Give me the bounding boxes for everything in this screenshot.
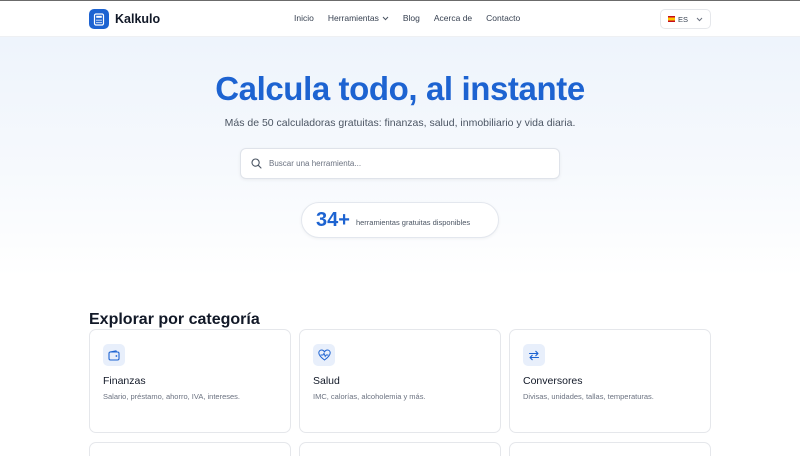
category-description: IMC, calorías, alcoholemia y más. [313,392,426,401]
nav-acerca-de[interactable]: Acerca de [434,13,472,23]
top-navbar: Kalkulo Inicio Herramientas Blog Acerca … [0,0,800,37]
category-card-partial[interactable] [299,442,501,456]
nav-herramientas[interactable]: Herramientas [328,13,389,23]
heart-pulse-icon [313,344,335,366]
nav-inicio[interactable]: Inicio [294,13,314,23]
calculator-logo-icon [89,9,109,29]
category-title: Conversores [523,375,583,387]
chevron-down-icon [382,16,389,20]
tool-search-box[interactable] [240,148,560,179]
main-nav: Inicio Herramientas Blog Acerca de Conta… [294,13,534,23]
category-title: Salud [313,375,340,387]
tools-count-number: 34+ [316,208,350,231]
spain-flag-icon [668,16,675,22]
tools-count-label: herramientas gratuitas disponibles [355,218,471,227]
category-card-finanzas[interactable]: Finanzas Salario, préstamo, ahorro, IVA,… [89,329,291,433]
arrows-exchange-icon [523,344,545,366]
language-code: ES [678,14,689,24]
hero-title: Calcula todo, al instante [215,70,585,107]
category-card-partial[interactable] [89,442,291,456]
chevron-down-icon [696,17,703,21]
tools-count-badge: 34+ herramientas gratuitas disponibles [301,202,499,238]
category-description: Salario, préstamo, ahorro, IVA, interese… [103,392,241,401]
category-card-salud[interactable]: Salud IMC, calorías, alcoholemia y más. [299,329,501,433]
category-card-partial[interactable] [509,442,711,456]
search-icon [251,158,262,169]
hero-subtitle: Más de 50 calculadoras gratuitas: finanz… [224,117,576,129]
categories-title: Explorar por categoría [89,311,260,328]
nav-blog[interactable]: Blog [403,13,420,23]
category-title: Finanzas [103,375,146,387]
brand-link[interactable]: Kalkulo [89,8,160,30]
nav-contacto[interactable]: Contacto [486,13,520,23]
brand-name: Kalkulo [115,12,161,26]
search-input[interactable] [269,159,539,168]
wallet-icon [103,344,125,366]
category-card-conversores[interactable]: Conversores Divisas, unidades, tallas, t… [509,329,711,433]
nav-herramientas-label: Herramientas [327,13,379,23]
language-selector[interactable]: ES [660,9,711,29]
category-description: Divisas, unidades, tallas, temperaturas. [523,392,654,401]
